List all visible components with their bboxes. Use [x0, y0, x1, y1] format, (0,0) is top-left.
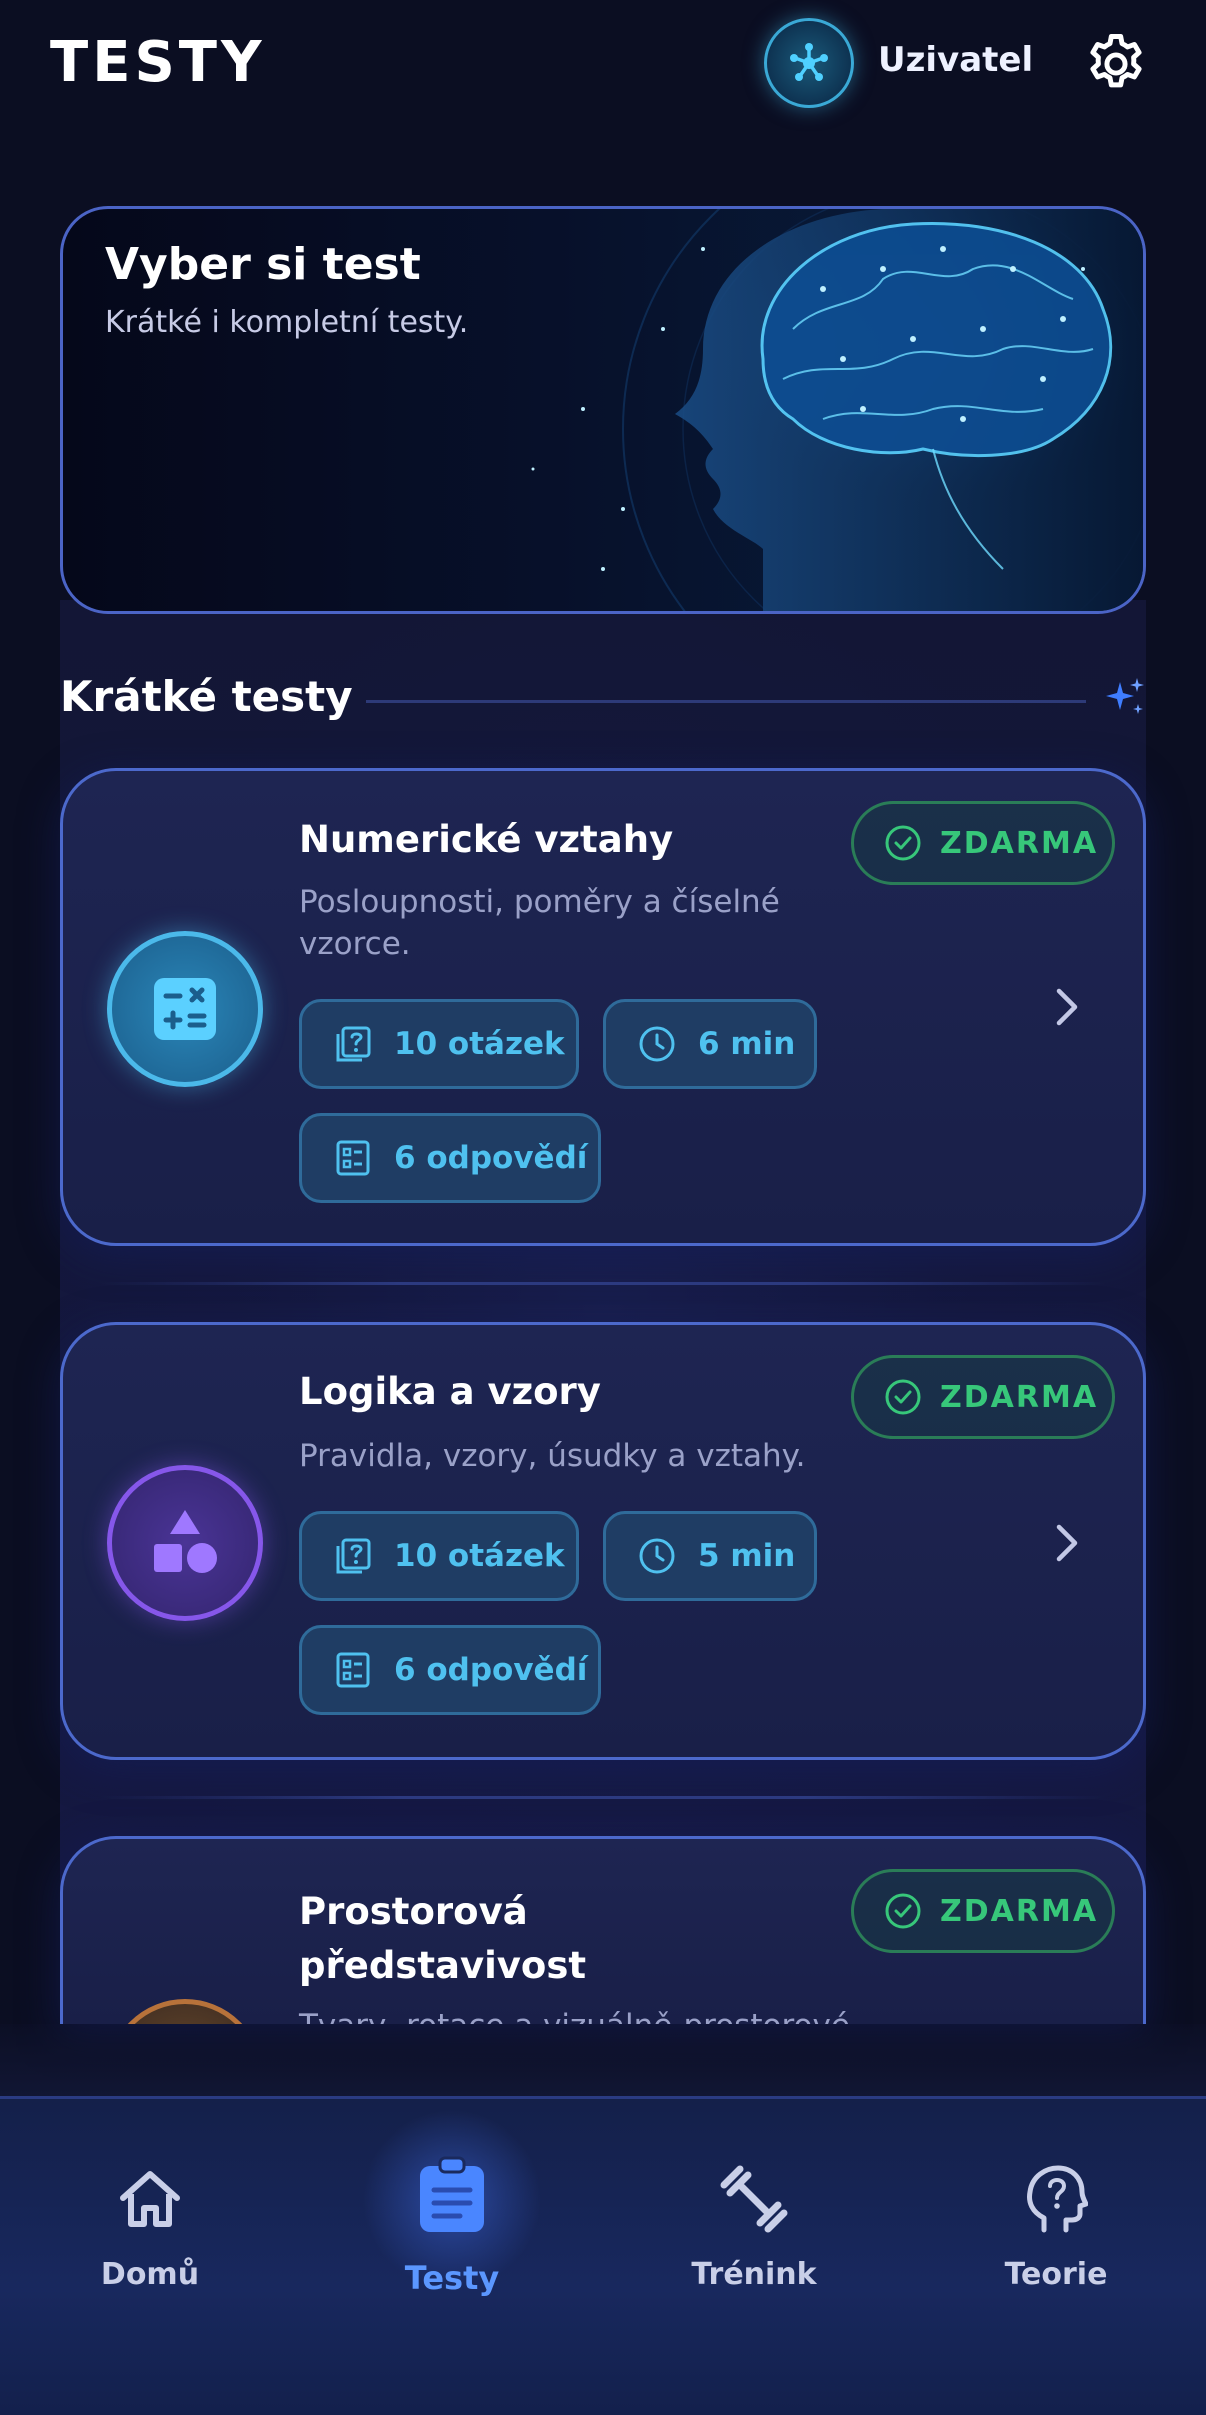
network-icon: [790, 43, 828, 81]
nav-label: Trénink: [691, 2257, 817, 2292]
answers-count: 6 odpovědí: [394, 1652, 588, 1688]
user-name[interactable]: Uzivatel: [878, 40, 1033, 80]
home-icon: [120, 2171, 180, 2227]
section-title: Krátké testy: [60, 672, 353, 721]
settings-button[interactable]: [1082, 30, 1150, 98]
questions-chip: 10 otázek: [299, 999, 579, 1089]
bottom-navigation: Domů Testy Trénink Teorie: [0, 2096, 1206, 2415]
top-bar: TESTY Uzivatel: [0, 0, 1206, 130]
page-title: TESTY: [50, 30, 266, 95]
time-chip: 6 min: [603, 999, 817, 1089]
avatar[interactable]: [764, 18, 854, 108]
question-doc-icon: [336, 1538, 371, 1574]
card-description: Posloupnosti, poměry a číselné vzorce.: [299, 884, 780, 962]
question-doc-icon: [336, 1026, 371, 1062]
answers-chip: 6 odpovědí: [299, 1113, 601, 1203]
nav-item-training[interactable]: Trénink: [604, 2099, 904, 2319]
nav-item-theory[interactable]: Teorie: [906, 2099, 1206, 2319]
dumbbell-icon: [720, 2165, 788, 2233]
answer-list-icon: [336, 1652, 370, 1688]
time-chip: 5 min: [603, 1511, 817, 1601]
nav-icon-wrap: [1016, 2159, 1096, 2239]
card-description: Tvary, rotace a vizuálně-prostorové: [299, 2005, 899, 2024]
hero-banner[interactable]: Vyber si test Krátké i kompletní testy.: [60, 206, 1146, 614]
card-title: Prostorová představivost: [299, 1890, 587, 1987]
card-title: Logika a vzory: [299, 1370, 601, 1413]
nav-label: Testy: [404, 2259, 500, 2297]
nav-icon-wrap: [110, 2159, 190, 2239]
check-circle-icon: [885, 825, 921, 861]
clock-icon: [639, 1026, 675, 1062]
head-question-icon: [1027, 2165, 1088, 2233]
answers-count: 6 odpovědí: [394, 1140, 588, 1176]
chevron-right-icon[interactable]: [1049, 985, 1085, 1029]
chevron-right-icon[interactable]: [1049, 1521, 1085, 1565]
time-value: 6 min: [698, 1026, 796, 1062]
clock-icon: [639, 1538, 675, 1574]
nav-label: Domů: [100, 2257, 200, 2292]
badge-label: ZDARMA: [940, 825, 1099, 861]
hero-subtitle: Krátké i kompletní testy.: [105, 305, 469, 340]
card-icon-circle: [107, 1999, 263, 2024]
free-badge: ZDARMA: [851, 1355, 1115, 1439]
free-badge: ZDARMA: [851, 1869, 1115, 1953]
badge-label: ZDARMA: [940, 1379, 1099, 1415]
time-value: 5 min: [698, 1538, 796, 1574]
test-card-numeric[interactable]: Numerické vztahy Posloupnosti, poměry a …: [60, 768, 1146, 1246]
card-separator: [100, 1796, 1106, 1799]
section-divider: [366, 700, 1086, 703]
card-title: Numerické vztahy: [299, 818, 674, 861]
content-fade: [0, 2024, 1206, 2098]
test-card-logic[interactable]: Logika a vzory Pravidla, vzory, úsudky a…: [60, 1322, 1146, 1760]
answer-list-icon: [336, 1140, 370, 1176]
badge-label: ZDARMA: [940, 1893, 1099, 1929]
answers-chip: 6 odpovědí: [299, 1625, 601, 1715]
calculator-icon: [154, 978, 216, 1040]
card-icon-circle: [107, 931, 263, 1087]
nav-label: Teorie: [1004, 2257, 1108, 2292]
nav-item-tests[interactable]: Testy: [302, 2099, 602, 2319]
check-circle-icon: [885, 1379, 921, 1415]
nav-icon-wrap: [412, 2155, 492, 2235]
sparkle-icon: [1106, 678, 1144, 714]
clipboard-icon: [420, 2156, 484, 2232]
check-circle-icon: [885, 1893, 921, 1929]
card-description: Pravidla, vzory, úsudky a vztahy.: [299, 1438, 806, 1474]
nav-icon-wrap: [714, 2159, 794, 2239]
questions-count: 10 otázek: [394, 1538, 565, 1574]
questions-count: 10 otázek: [394, 1026, 565, 1062]
hero-title: Vyber si test: [105, 239, 421, 290]
gear-icon: [1090, 34, 1142, 88]
questions-chip: 10 otázek: [299, 1511, 579, 1601]
free-badge: ZDARMA: [851, 801, 1115, 885]
card-icon-circle: [107, 1465, 263, 1621]
nav-item-home[interactable]: Domů: [0, 2099, 300, 2319]
test-card-spatial[interactable]: Prostorová představivost Tvary, rotace a…: [60, 1836, 1146, 2024]
card-separator: [100, 1282, 1106, 1285]
shapes-icon: [154, 1510, 217, 1573]
